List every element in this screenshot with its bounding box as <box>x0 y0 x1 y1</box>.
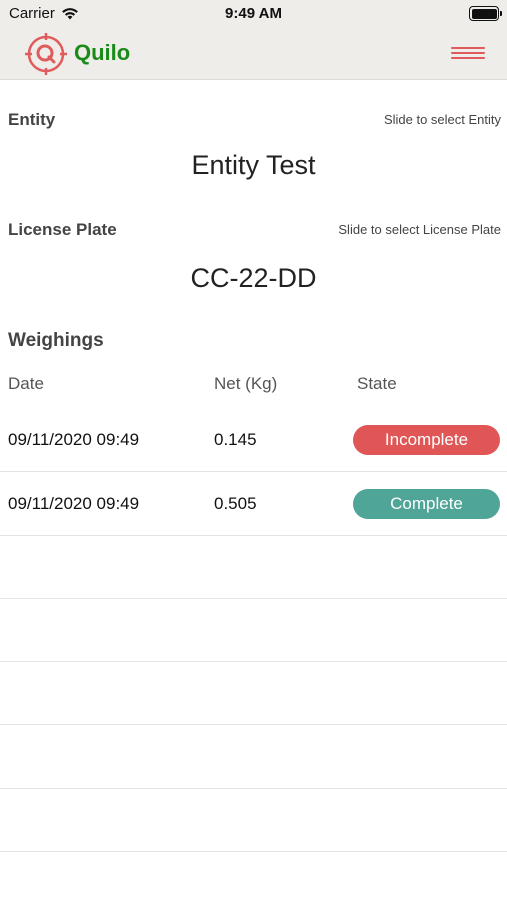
quilo-logo-icon <box>25 33 67 75</box>
empty-row <box>0 536 507 599</box>
row-net: 0.145 <box>214 430 257 449</box>
entity-selector[interactable]: Entity Test <box>0 150 507 181</box>
app-header: Quilo <box>0 28 507 80</box>
empty-row <box>0 599 507 662</box>
entity-hint: Slide to select Entity <box>383 112 501 127</box>
hamburger-menu-icon[interactable] <box>451 42 485 64</box>
column-header-date: Date <box>8 374 44 393</box>
status-badge: Complete <box>353 489 500 519</box>
license-plate-selector[interactable]: CC-22-DD <box>0 263 507 294</box>
empty-row <box>0 662 507 725</box>
row-net: 0.505 <box>214 494 257 513</box>
empty-row <box>0 789 507 852</box>
battery-icon <box>469 6 502 21</box>
status-bar: Carrier 9:49 AM <box>0 0 507 28</box>
empty-row <box>0 726 507 789</box>
license-plate-hint: Slide to select License Plate <box>338 222 501 237</box>
table-row[interactable]: 09/11/2020 09:49 0.145 Incomplete <box>0 408 507 472</box>
status-badge: Incomplete <box>353 425 500 455</box>
row-date: 09/11/2020 09:49 <box>8 494 140 513</box>
column-header-net: Net (Kg) <box>214 374 278 393</box>
weighings-title: Weighings <box>8 330 104 351</box>
entity-label: Entity <box>8 110 56 129</box>
row-date: 09/11/2020 09:49 <box>8 430 140 449</box>
clock: 9:49 AM <box>225 5 282 22</box>
top-bar: Carrier 9:49 AM Quilo <box>0 0 507 80</box>
license-plate-label: License Plate <box>8 220 117 239</box>
brand-name: Quilo <box>74 40 131 65</box>
table-row[interactable]: 09/11/2020 09:49 0.505 Complete <box>0 472 507 536</box>
column-header-state: State <box>357 374 397 393</box>
